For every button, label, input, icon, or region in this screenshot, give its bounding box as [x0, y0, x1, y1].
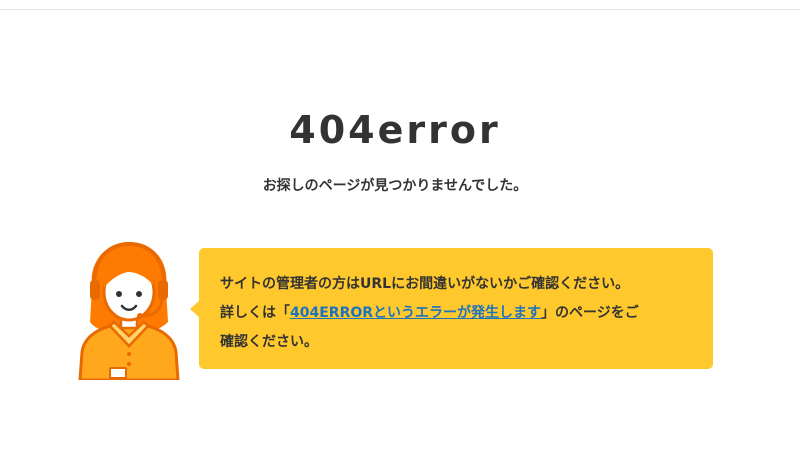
page-subtitle: お探しのページが見つかりませんでした。 — [262, 178, 528, 194]
notice-line-2-suffix: 」のページをご — [541, 305, 639, 321]
notice-line-1: サイトの管理者の方はURLにお間違いがないかご確認ください。 — [220, 276, 630, 292]
notice-line-2: 詳しくは「404ERRORというエラーが発生します」のページをご — [220, 299, 697, 328]
top-bar — [0, 0, 800, 10]
support-operator-icon — [74, 236, 184, 382]
error-page-link[interactable]: 404ERRORというエラーが発生します — [290, 305, 541, 321]
notice-bubble: サイトの管理者の方はURLにお間違いがないかご確認ください。 詳しくは「404E… — [199, 248, 713, 369]
page-title: 404error — [289, 108, 501, 152]
notice-line-3: 確認ください。 — [220, 334, 318, 350]
notice-line-2-prefix: 詳しくは「 — [220, 305, 290, 321]
